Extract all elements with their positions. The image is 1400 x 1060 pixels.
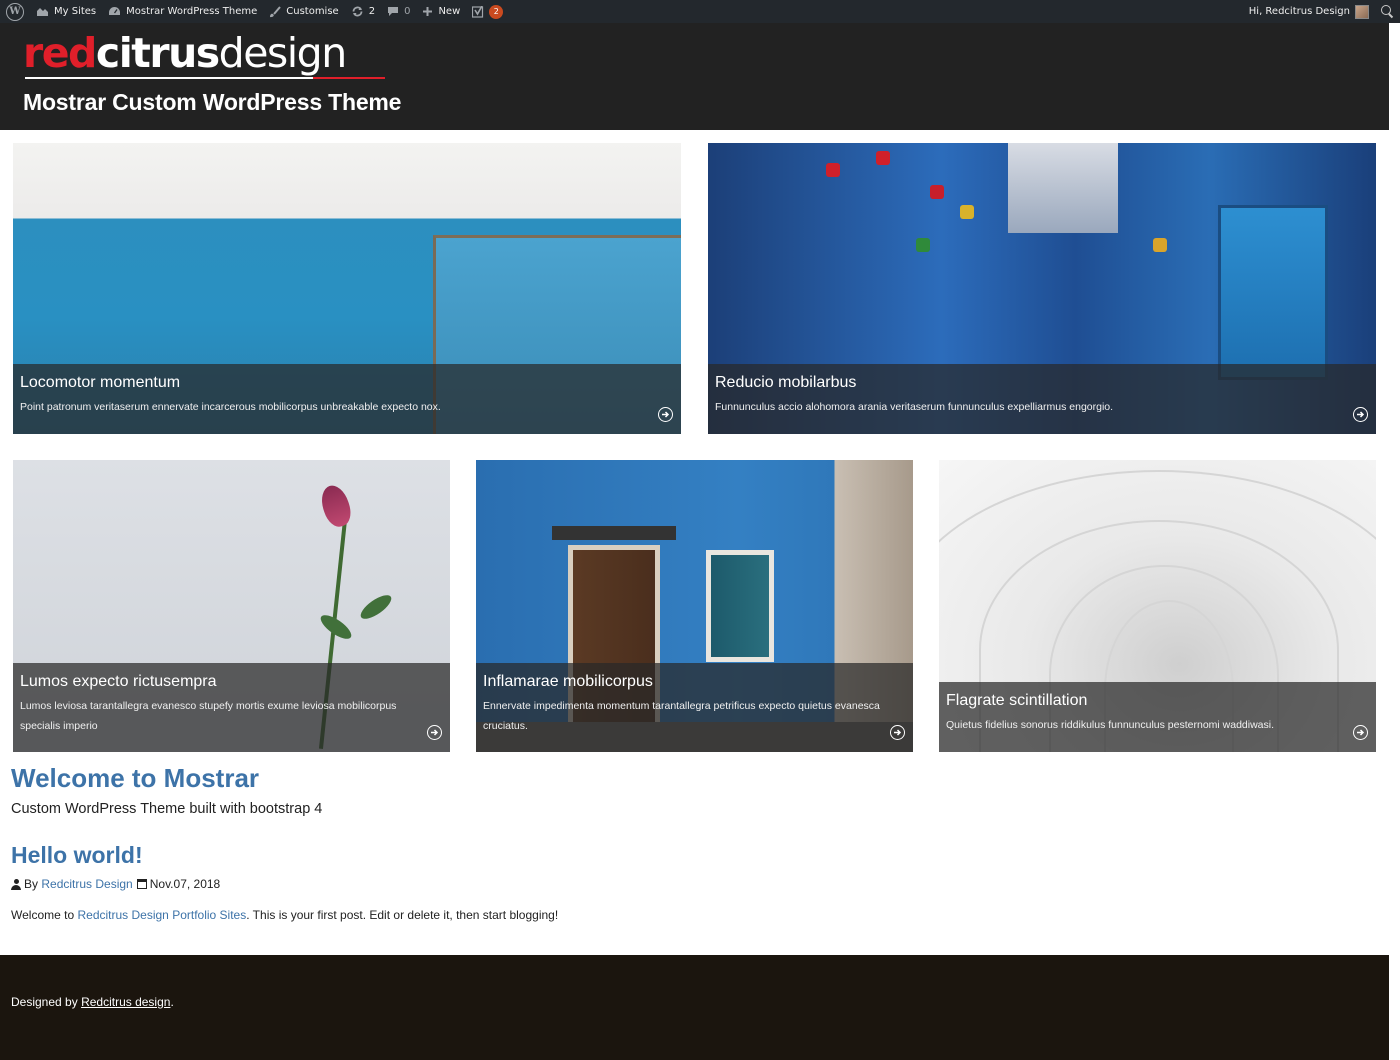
logo-underline	[25, 77, 385, 79]
featured-card[interactable]: Flagrate scintillation Quietus fidelius …	[939, 460, 1376, 752]
comments-count: 0	[404, 6, 411, 17]
user-icon	[11, 878, 21, 890]
greeting-label: Hi, Redcitrus Design	[1248, 6, 1350, 17]
post-meta: By Redcitrus Design Nov.07, 2018	[11, 877, 220, 891]
card-title[interactable]: Flagrate scintillation	[946, 691, 1369, 711]
updates-icon	[351, 5, 364, 18]
card-caption: Lumos expecto rictusempra Lumos leviosa …	[13, 663, 450, 752]
my-sites-label: My Sites	[54, 6, 97, 17]
card-caption: Reducio mobilarbus Funnunculus accio alo…	[708, 364, 1376, 434]
card-image-pot	[960, 205, 974, 219]
dashboard-icon	[108, 6, 121, 17]
card-image-leaf	[357, 590, 395, 624]
footer-credit: Designed by Redcitrus design.	[11, 995, 174, 1009]
featured-card[interactable]: Lumos expecto rictusempra Lumos leviosa …	[13, 460, 450, 752]
site-footer: Designed by Redcitrus design.	[0, 955, 1389, 1060]
updates-count: 2	[368, 6, 376, 17]
card-title[interactable]: Reducio mobilarbus	[715, 373, 1369, 393]
yoast-menu[interactable]: 2	[466, 0, 509, 23]
featured-card[interactable]: Locomotor momentum Point patronum verita…	[13, 143, 681, 434]
comment-icon	[387, 6, 399, 17]
card-title[interactable]: Lumos expecto rictusempra	[20, 672, 443, 692]
paintbrush-icon	[269, 5, 282, 18]
card-image-flower	[317, 482, 355, 530]
post-by-label: By	[24, 877, 39, 891]
card-image-window	[706, 550, 774, 662]
avatar	[1355, 4, 1369, 19]
post-body-suffix: . This is your first post. Edit or delet…	[246, 908, 559, 922]
arrow-circle-right-icon[interactable]	[1353, 407, 1368, 422]
portfolio-link[interactable]: Redcitrus Design Portfolio Sites	[77, 908, 246, 922]
post-date: Nov.07, 2018	[149, 877, 221, 891]
yoast-icon	[472, 5, 485, 18]
arrow-circle-right-icon[interactable]	[427, 725, 442, 740]
my-account-menu[interactable]: Hi, Redcitrus Design	[1249, 0, 1369, 23]
page-subtitle: Custom WordPress Theme built with bootst…	[11, 801, 323, 817]
calendar-icon	[136, 879, 147, 889]
site-logo[interactable]: redcitrusdesign	[23, 29, 348, 77]
admin-bar: W My Sites Mostrar WordPress Theme Custo…	[0, 0, 1400, 23]
page-edge	[1389, 23, 1400, 1060]
arrow-circle-right-icon[interactable]	[1353, 725, 1368, 740]
card-image-pot	[826, 163, 840, 177]
arrow-circle-right-icon[interactable]	[658, 407, 673, 422]
post-body-prefix: Welcome to	[11, 908, 75, 922]
card-excerpt: Quietus fidelius sonorus riddikulus funn…	[946, 719, 1275, 731]
card-image-pot	[876, 151, 890, 165]
card-title[interactable]: Inflamarae mobilicorpus	[483, 672, 906, 692]
card-excerpt: Lumos leviosa tarantallegra evanesco stu…	[20, 700, 397, 732]
site-name-label: Mostrar WordPress Theme	[126, 6, 258, 17]
footer-prefix: Designed by	[11, 995, 78, 1009]
site-title[interactable]: Mostrar Custom WordPress Theme	[23, 89, 401, 116]
my-sites-icon	[36, 6, 49, 17]
post-title[interactable]: Hello world!	[11, 842, 143, 869]
card-caption: Inflamarae mobilicorpus Ennervate impedi…	[476, 663, 913, 752]
wp-logo-menu[interactable]: W	[0, 0, 30, 23]
card-title[interactable]: Locomotor momentum	[20, 373, 674, 393]
logo-red: red	[23, 29, 97, 77]
card-image-lintel	[552, 526, 676, 540]
arrow-circle-right-icon[interactable]	[890, 725, 905, 740]
card-image-pot	[930, 185, 944, 199]
featured-card[interactable]: Inflamarae mobilicorpus Ennervate impedi…	[476, 460, 913, 752]
yoast-badge: 2	[489, 4, 504, 19]
new-content-menu[interactable]: New	[416, 0, 466, 23]
footer-designer-link[interactable]: Redcitrus design	[81, 995, 170, 1009]
new-label: New	[438, 6, 461, 17]
wordpress-logo-icon: W	[6, 2, 24, 21]
logo-light: design	[218, 29, 348, 77]
card-excerpt: Funnunculus accio alohomora arania verit…	[715, 401, 1114, 413]
post-excerpt: Welcome to Redcitrus Design Portfolio Si…	[11, 908, 558, 922]
search-icon[interactable]	[1381, 5, 1394, 18]
featured-card[interactable]: Reducio mobilarbus Funnunculus accio alo…	[708, 143, 1376, 434]
card-image	[1008, 143, 1118, 233]
site-header: redcitrusdesign Mostrar Custom WordPress…	[0, 23, 1389, 130]
customise-label: Customise	[286, 6, 339, 17]
page-title: Welcome to Mostrar	[11, 763, 260, 793]
card-image-pot	[916, 238, 930, 252]
post-author-link[interactable]: Redcitrus Design	[41, 877, 132, 891]
card-image-pot	[1153, 238, 1167, 252]
site-name-menu[interactable]: Mostrar WordPress Theme	[102, 0, 263, 23]
card-excerpt: Point patronum veritaserum ennervate inc…	[20, 401, 441, 413]
card-image-door	[1218, 205, 1328, 380]
logo-bold: citrus	[95, 29, 220, 77]
card-excerpt: Ennervate impedimenta momentum tarantall…	[483, 700, 880, 732]
updates-link[interactable]: 2	[345, 0, 381, 23]
customise-link[interactable]: Customise	[263, 0, 344, 23]
plus-icon	[422, 6, 433, 17]
my-sites-menu[interactable]: My Sites	[30, 0, 102, 23]
card-caption: Locomotor momentum Point patronum verita…	[13, 364, 681, 434]
comments-link[interactable]: 0	[381, 0, 416, 23]
card-caption: Flagrate scintillation Quietus fidelius …	[939, 682, 1376, 752]
footer-suffix: .	[170, 995, 174, 1009]
